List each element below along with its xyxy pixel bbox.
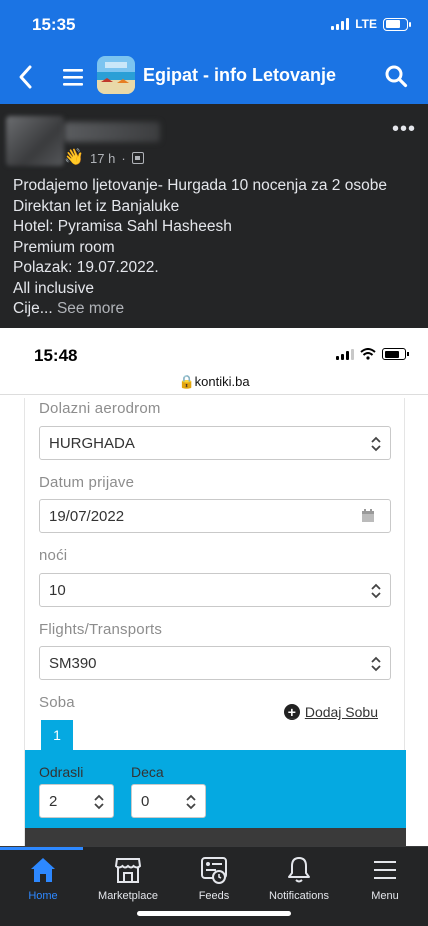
menu-icon[interactable] [62,66,84,88]
select-arrows-icon [94,794,104,810]
back-icon[interactable] [16,64,36,90]
tab-label: Menu [371,890,399,902]
kids-select: 0 [131,784,206,818]
field-value: 2 [49,793,58,810]
select-arrows-icon [186,794,196,810]
home-indicator[interactable] [137,911,291,916]
booking-form: Dolazni aerodrom HURGHADA Datum prijave … [24,398,406,846]
author-name-blurred[interactable] [64,122,160,142]
image-battery-level [384,350,399,358]
select-arrows-icon [371,583,381,599]
tab-home[interactable]: Home [0,855,86,907]
post-line: Direktan let iz Banjaluke [13,197,180,215]
group-audience-icon [131,152,144,164]
post-line: Hotel: Pyramisa Sahl Hasheesh [13,218,232,235]
tab-notifications[interactable]: Notifications [256,855,342,907]
group-thumbnail[interactable] [97,56,135,94]
separator-dot: · [121,150,126,166]
room-tab: 1 [41,720,73,751]
group-title[interactable]: Egipat - info Letovanje [143,65,336,86]
home-icon [31,858,55,882]
select-arrows-icon [371,656,381,672]
post-line: Prodajemo ljetovanje- Hurgada 10 nocenja… [13,177,387,194]
post-meta: 👋 17 h · [64,148,144,168]
tab-marketplace[interactable]: Marketplace [85,855,171,907]
truncated-text: Cije... [13,300,53,317]
waving-hand-icon: 👋 [64,149,84,166]
field-value: SM390 [49,655,97,672]
flights-select: SM390 [39,646,391,680]
room-panel: Odrasli Deca 2 0 [25,750,406,828]
field-label: Dolazni aerodrom [39,400,161,417]
field-label: noći [39,547,68,564]
search-icon[interactable] [384,64,408,88]
network-type: LTE [355,17,377,31]
image-signal-icon [336,348,354,360]
post-image[interactable]: 15:48 🔒kontiki.ba Dolazni aerodrom HURGH… [0,328,428,846]
more-options-icon[interactable]: ••• [392,119,416,139]
post-line: Polazak: 19.07.2022. [13,259,159,276]
arrival-airport-select: HURGHADA [39,426,391,460]
tab-label: Home [28,890,58,902]
field-label: Flights/Transports [39,621,163,638]
field-value: 0 [141,793,150,810]
room-label: Soba [39,694,75,711]
signal-icon [331,18,350,30]
url-bar: 🔒kontiki.ba [0,374,428,390]
plus-circle-icon: + [283,704,300,720]
hamburger-icon [374,861,396,879]
image-status-indicators [336,348,409,360]
field-label: Datum prijave [39,474,135,491]
status-bar: 15:35 LTE [0,0,428,52]
field-value: 19/07/2022 [49,508,125,525]
image-battery-icon [382,348,409,360]
field-value: 10 [49,582,66,599]
post: 👋 17 h · ••• Prodajemo ljetovanje- Hurga… [0,104,428,328]
tab-menu[interactable]: Menu [342,855,428,907]
adults-label: Odrasli [39,764,84,780]
adults-select: 2 [39,784,114,818]
checkin-date-field: 19/07/2022 [39,499,391,533]
url-divider [0,394,428,395]
status-time: 15:35 [32,15,76,34]
kids-label: Deca [131,764,164,780]
calendar-icon [362,509,374,522]
status-indicators: LTE [331,17,411,31]
add-room-text: Dodaj Sobu [304,704,378,720]
image-status-time: 15:48 [34,346,78,365]
tab-label: Notifications [269,890,329,902]
nights-select: 10 [39,573,391,607]
wifi-icon [360,348,376,360]
tab-label: Feeds [198,890,230,902]
post-line-truncated: Cije... See more [13,299,413,320]
tab-label: Marketplace [98,890,158,902]
post-text: Prodajemo ljetovanje- Hurgada 10 nocenja… [13,176,413,320]
active-tab-indicator [0,847,83,850]
field-value: HURGHADA [49,435,135,452]
add-room-link: + Dodaj Sobu [283,704,378,720]
bell-icon [288,857,310,883]
select-arrows-icon [371,436,381,452]
see-more-link[interactable]: See more [57,300,124,317]
tab-feeds[interactable]: Feeds [171,855,257,907]
lock-icon: 🔒 [178,374,195,389]
avatar[interactable] [6,116,64,166]
url-text: kontiki.ba [194,374,250,389]
image-status-bar: 15:48 [0,328,428,372]
battery-icon [383,17,411,31]
battery-level [385,20,400,28]
form-footer-band [25,828,406,846]
marketplace-icon [114,858,142,883]
feeds-icon [201,857,227,884]
post-line: Premium room [13,238,115,256]
post-time: 17 h [90,150,116,166]
post-line: All inclusive [13,279,94,297]
